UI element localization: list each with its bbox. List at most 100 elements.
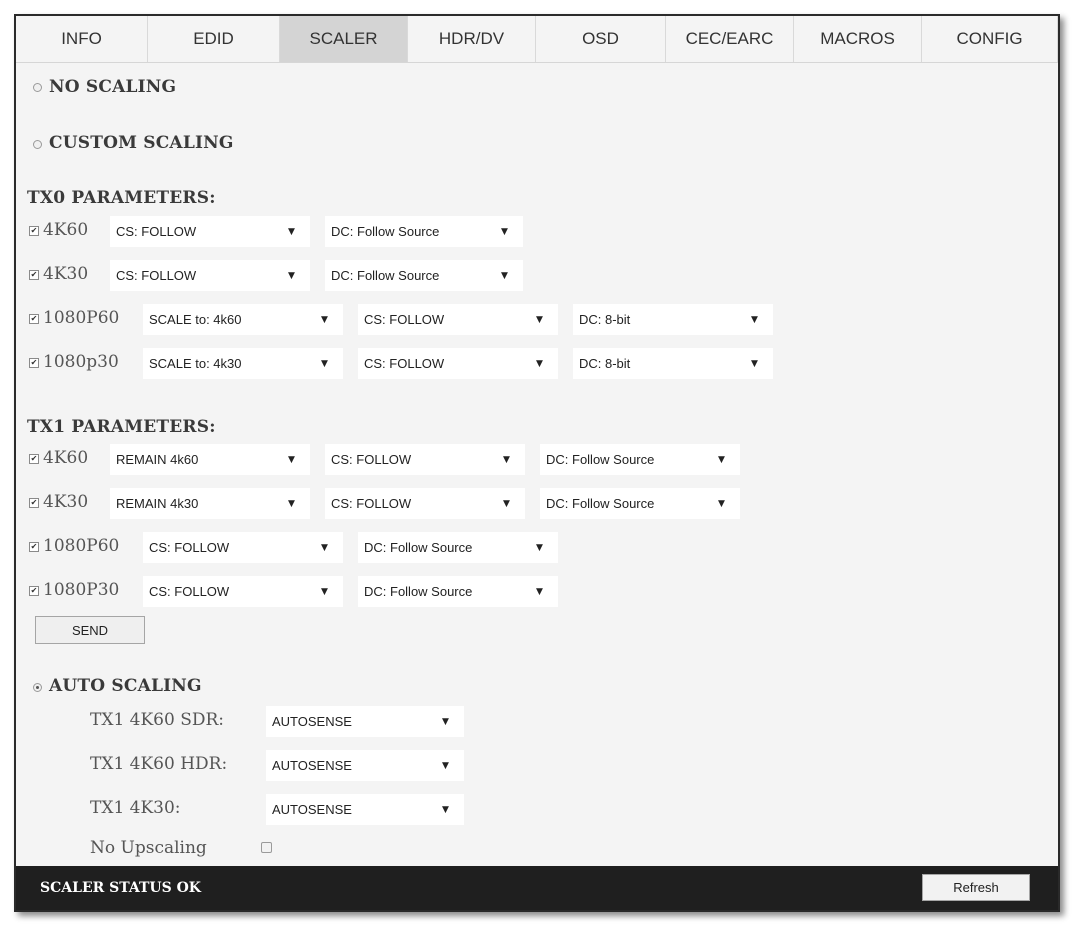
dropdown-arrow-icon: ▼: [442, 760, 449, 771]
tab-macros[interactable]: MACROS: [794, 16, 922, 62]
dropdown-arrow-icon: ▼: [718, 498, 725, 509]
tx0-4k30-label: 4K30: [43, 264, 89, 284]
select-value: REMAIN 4k60: [116, 452, 199, 467]
dropdown-arrow-icon: ▼: [536, 358, 543, 369]
scaler-panel: INFO EDID SCALER HDR/DV OSD CEC/EARC MAC…: [14, 14, 1060, 912]
dropdown-arrow-icon: ▼: [751, 314, 758, 325]
auto-scaling-radio[interactable]: [33, 683, 42, 692]
tab-bar: INFO EDID SCALER HDR/DV OSD CEC/EARC MAC…: [16, 16, 1058, 63]
no-upscaling-label: No Upscaling: [90, 838, 207, 858]
auto-4k60-hdr-label: TX1 4K60 HDR:: [90, 754, 228, 774]
tab-scaler[interactable]: SCALER: [280, 16, 408, 62]
tab-cec-earc[interactable]: CEC/EARC: [666, 16, 794, 62]
dropdown-arrow-icon: ▼: [321, 586, 328, 597]
tx1-1080p60-checkbox[interactable]: ✔: [29, 542, 39, 552]
tx0-4k30-checkbox[interactable]: ✔: [29, 270, 39, 280]
select-value: CS: FOLLOW: [116, 268, 197, 283]
tx0-1080p30-label: 1080p30: [43, 352, 119, 372]
dropdown-arrow-icon: ▼: [536, 314, 543, 325]
tx1-4k30-cs-select[interactable]: CS: FOLLOW ▼: [325, 488, 525, 519]
tx1-4k60-checkbox[interactable]: ✔: [29, 454, 39, 464]
dropdown-arrow-icon: ▼: [288, 498, 295, 509]
auto-scaling-label: AUTO SCALING: [49, 676, 202, 696]
dropdown-arrow-icon: ▼: [501, 226, 508, 237]
tx0-1080p30-checkbox[interactable]: ✔: [29, 358, 39, 368]
tx0-1080p60-cs-select[interactable]: CS: FOLLOW ▼: [358, 304, 558, 335]
tx0-1080p60-checkbox[interactable]: ✔: [29, 314, 39, 324]
dropdown-arrow-icon: ▼: [718, 454, 725, 465]
dropdown-arrow-icon: ▼: [288, 270, 295, 281]
tx0-1080p60-label: 1080P60: [43, 308, 120, 328]
tx0-1080p60-scale-select[interactable]: SCALE to: 4k60 ▼: [143, 304, 343, 335]
select-value: DC: 8-bit: [579, 312, 631, 327]
tab-info[interactable]: INFO: [16, 16, 148, 62]
tx0-1080p30-dc-select[interactable]: DC: 8-bit ▼: [573, 348, 773, 379]
auto-4k30-select[interactable]: AUTOSENSE ▼: [266, 794, 464, 825]
select-value: CS: FOLLOW: [149, 540, 230, 555]
select-value: SCALE to: 4k30: [149, 356, 242, 371]
tx0-1080p60-dc-select[interactable]: DC: 8-bit ▼: [573, 304, 773, 335]
select-value: DC: Follow Source: [331, 224, 440, 239]
tx1-4k60-remain-select[interactable]: REMAIN 4k60 ▼: [110, 444, 310, 475]
select-value: DC: Follow Source: [364, 584, 473, 599]
tx0-1080p30-scale-select[interactable]: SCALE to: 4k30 ▼: [143, 348, 343, 379]
tx1-heading: TX1 PARAMETERS:: [27, 417, 216, 437]
tx0-4k30-cs-select[interactable]: CS: FOLLOW ▼: [110, 260, 310, 291]
tx1-1080p30-label: 1080P30: [43, 580, 120, 600]
tab-edid[interactable]: EDID: [148, 16, 280, 62]
select-value: AUTOSENSE: [272, 714, 352, 729]
tx0-4k60-cs-select[interactable]: CS: FOLLOW ▼: [110, 216, 310, 247]
custom-scaling-label: CUSTOM SCALING: [49, 133, 234, 153]
tab-config[interactable]: CONFIG: [922, 16, 1058, 62]
refresh-button[interactable]: Refresh: [922, 874, 1030, 901]
tx1-4k30-remain-select[interactable]: REMAIN 4k30 ▼: [110, 488, 310, 519]
select-value: CS: FOLLOW: [149, 584, 230, 599]
dropdown-arrow-icon: ▼: [321, 358, 328, 369]
tx1-1080p30-dc-select[interactable]: DC: Follow Source ▼: [358, 576, 558, 607]
tx0-4k60-checkbox[interactable]: ✔: [29, 226, 39, 236]
no-scaling-radio[interactable]: [33, 83, 42, 92]
tx1-1080p30-cs-select[interactable]: CS: FOLLOW ▼: [143, 576, 343, 607]
dropdown-arrow-icon: ▼: [321, 542, 328, 553]
tx0-4k30-dc-select[interactable]: DC: Follow Source ▼: [325, 260, 523, 291]
custom-scaling-radio[interactable]: [33, 140, 42, 149]
tx0-1080p30-cs-select[interactable]: CS: FOLLOW ▼: [358, 348, 558, 379]
auto-4k60-sdr-label: TX1 4K60 SDR:: [90, 710, 225, 730]
select-value: DC: Follow Source: [331, 268, 440, 283]
dropdown-arrow-icon: ▼: [503, 498, 510, 509]
tx1-1080p60-label: 1080P60: [43, 536, 120, 556]
tx1-4k30-dc-select[interactable]: DC: Follow Source ▼: [540, 488, 740, 519]
select-value: CS: FOLLOW: [364, 356, 445, 371]
tx1-1080p60-cs-select[interactable]: CS: FOLLOW ▼: [143, 532, 343, 563]
tx1-4k60-cs-select[interactable]: CS: FOLLOW ▼: [325, 444, 525, 475]
tab-hdr-dv[interactable]: HDR/DV: [408, 16, 536, 62]
tx1-4k30-label: 4K30: [43, 492, 89, 512]
auto-4k30-label: TX1 4K30:: [90, 798, 181, 818]
dropdown-arrow-icon: ▼: [442, 804, 449, 815]
no-upscaling-checkbox[interactable]: [261, 842, 272, 853]
select-value: DC: Follow Source: [546, 496, 655, 511]
select-value: CS: FOLLOW: [331, 496, 412, 511]
auto-4k60-sdr-select[interactable]: AUTOSENSE ▼: [266, 706, 464, 737]
tx0-4k60-dc-select[interactable]: DC: Follow Source ▼: [325, 216, 523, 247]
send-button[interactable]: SEND: [35, 616, 145, 644]
status-bar: SCALER STATUS OK Refresh: [16, 866, 1058, 910]
auto-4k60-hdr-select[interactable]: AUTOSENSE ▼: [266, 750, 464, 781]
tx0-4k60-label: 4K60: [43, 220, 89, 240]
tab-osd[interactable]: OSD: [536, 16, 666, 62]
select-value: CS: FOLLOW: [364, 312, 445, 327]
select-value: SCALE to: 4k60: [149, 312, 242, 327]
tx1-1080p60-dc-select[interactable]: DC: Follow Source ▼: [358, 532, 558, 563]
select-value: AUTOSENSE: [272, 802, 352, 817]
tx1-4k30-checkbox[interactable]: ✔: [29, 498, 39, 508]
dropdown-arrow-icon: ▼: [536, 542, 543, 553]
scaler-status-text: SCALER STATUS OK: [40, 880, 201, 896]
tx1-1080p30-checkbox[interactable]: ✔: [29, 586, 39, 596]
dropdown-arrow-icon: ▼: [288, 226, 295, 237]
tx1-4k60-dc-select[interactable]: DC: Follow Source ▼: [540, 444, 740, 475]
select-value: CS: FOLLOW: [331, 452, 412, 467]
tx1-4k60-label: 4K60: [43, 448, 89, 468]
select-value: REMAIN 4k30: [116, 496, 199, 511]
select-value: DC: 8-bit: [579, 356, 631, 371]
tx0-heading: TX0 PARAMETERS:: [27, 188, 216, 208]
